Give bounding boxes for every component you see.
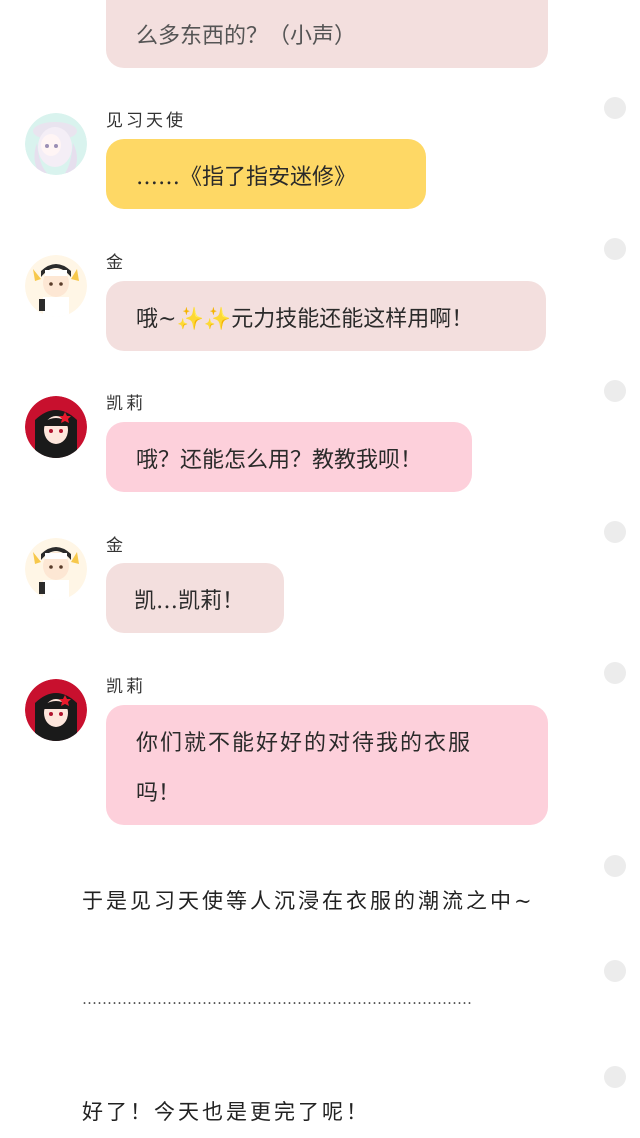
message-bubble-3: 哦？还能怎么用？教教我呗！ bbox=[106, 422, 472, 492]
message-bubble-4: 凯…凯莉！ bbox=[106, 563, 284, 633]
kelly-avatar[interactable] bbox=[25, 396, 87, 458]
message-text-5b: 吗！ bbox=[136, 781, 181, 806]
select-dot-1[interactable] bbox=[604, 97, 626, 119]
speaker-name-4: 金 bbox=[106, 536, 126, 556]
speaker-name-3: 凯莉 bbox=[106, 394, 146, 414]
message-text-0: 么多东西的？（小声） bbox=[136, 24, 357, 49]
select-dot-7[interactable] bbox=[604, 960, 626, 982]
message-text-1: ……《指了指安迷修》 bbox=[136, 165, 357, 190]
narration-ellipsis: …………………………………………………………………… bbox=[82, 990, 472, 1008]
message-text-3: 哦？还能怎么用？教教我呗！ bbox=[136, 448, 423, 473]
message-text-5a: 你们就不能好好的对待我的衣服 bbox=[136, 731, 473, 756]
narration-line-2: 好了！今天也是更完了呢！ bbox=[82, 1100, 370, 1124]
sparkles-emoji: ✨✨ bbox=[176, 307, 232, 332]
message-bubble-5: 你们就不能好好的对待我的衣服 吗！ bbox=[106, 705, 548, 825]
select-dot-6[interactable] bbox=[604, 855, 626, 877]
select-dot-3[interactable] bbox=[604, 380, 626, 402]
jin-avatar-2[interactable] bbox=[25, 538, 87, 600]
message-text-4: 凯…凯莉！ bbox=[134, 589, 245, 614]
select-dot-2[interactable] bbox=[604, 238, 626, 260]
jin-avatar[interactable] bbox=[25, 255, 87, 317]
speaker-name-2: 金 bbox=[106, 253, 126, 273]
select-dot-5[interactable] bbox=[604, 662, 626, 684]
message-text-2b: 元力技能还能这样用啊！ bbox=[231, 307, 474, 332]
message-bubble-0: 么多东西的？（小声） bbox=[106, 0, 548, 68]
select-dot-4[interactable] bbox=[604, 521, 626, 543]
message-text-2a: 哦~ bbox=[136, 307, 177, 332]
speaker-name-1: 见习天使 bbox=[106, 111, 186, 131]
angel-avatar[interactable] bbox=[25, 113, 87, 175]
message-bubble-1: ……《指了指安迷修》 bbox=[106, 139, 426, 209]
select-dot-8[interactable] bbox=[604, 1066, 626, 1088]
kelly-avatar-2[interactable] bbox=[25, 679, 87, 741]
narration-line-1: 于是见习天使等人沉浸在衣服的潮流之中~ bbox=[82, 889, 535, 913]
message-bubble-2: 哦~✨✨元力技能还能这样用啊！ bbox=[106, 281, 546, 351]
speaker-name-5: 凯莉 bbox=[106, 677, 146, 697]
